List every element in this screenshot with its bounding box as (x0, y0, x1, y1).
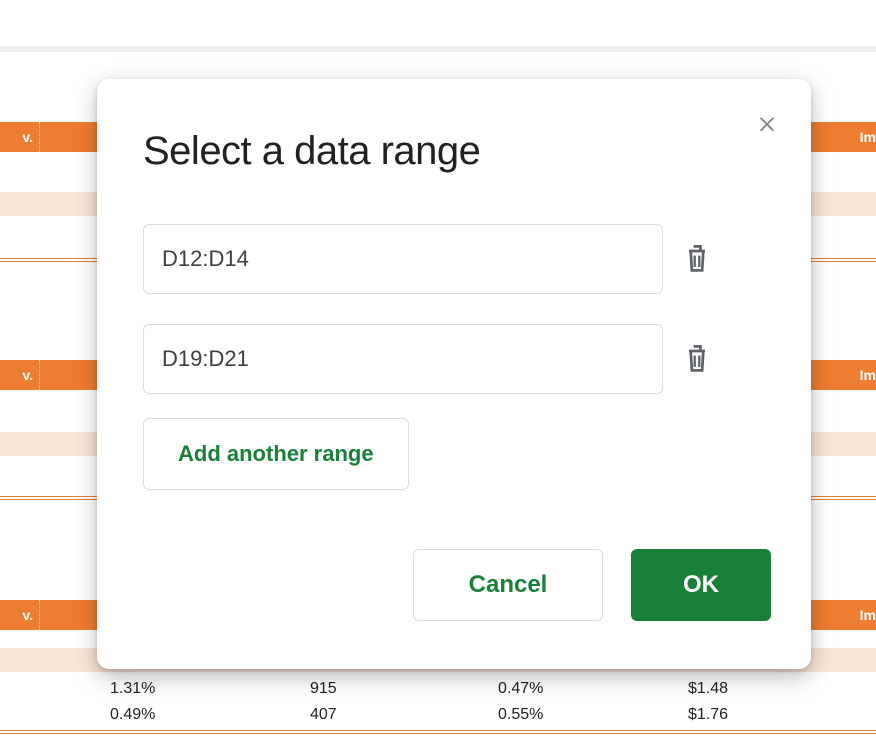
header-fragment-left: v. (0, 122, 40, 152)
header-fragment-left: v. (0, 600, 40, 630)
cell: 0.47% (498, 680, 543, 698)
table-row: 1.31% 915 0.47% $1.48 (0, 678, 876, 702)
cell: $1.48 (688, 680, 728, 698)
cell: $1.76 (688, 706, 728, 724)
add-another-range-button[interactable]: Add another range (143, 418, 409, 490)
trash-icon (683, 343, 711, 375)
cell: 0.55% (498, 706, 543, 724)
dialog-footer: Cancel OK (413, 549, 771, 621)
trash-icon (683, 243, 711, 275)
delete-range-button-1[interactable] (681, 241, 713, 277)
cell: 407 (310, 706, 337, 724)
close-icon (756, 112, 778, 134)
header-fragment-left: v. (0, 360, 40, 390)
delete-range-button-2[interactable] (681, 341, 713, 377)
range-input-1[interactable] (143, 224, 663, 294)
cell: 0.49% (110, 706, 155, 724)
header-fragment-right: Im (852, 122, 876, 152)
range-row-1 (143, 224, 765, 294)
top-divider (0, 46, 876, 52)
ok-button[interactable]: OK (631, 549, 771, 621)
range-input-2[interactable] (143, 324, 663, 394)
cancel-button[interactable]: Cancel (413, 549, 603, 621)
close-button[interactable] (751, 107, 783, 139)
cell: 1.31% (110, 680, 155, 698)
dialog-title: Select a data range (143, 129, 765, 174)
table-row: 0.49% 407 0.55% $1.76 (0, 704, 876, 728)
header-fragment-right: Im (852, 360, 876, 390)
header-fragment-right: Im (852, 600, 876, 630)
cell: 915 (310, 680, 337, 698)
double-rule-3 (0, 730, 876, 734)
select-data-range-dialog: Select a data range Add another range Ca… (97, 79, 811, 669)
range-row-2 (143, 324, 765, 394)
